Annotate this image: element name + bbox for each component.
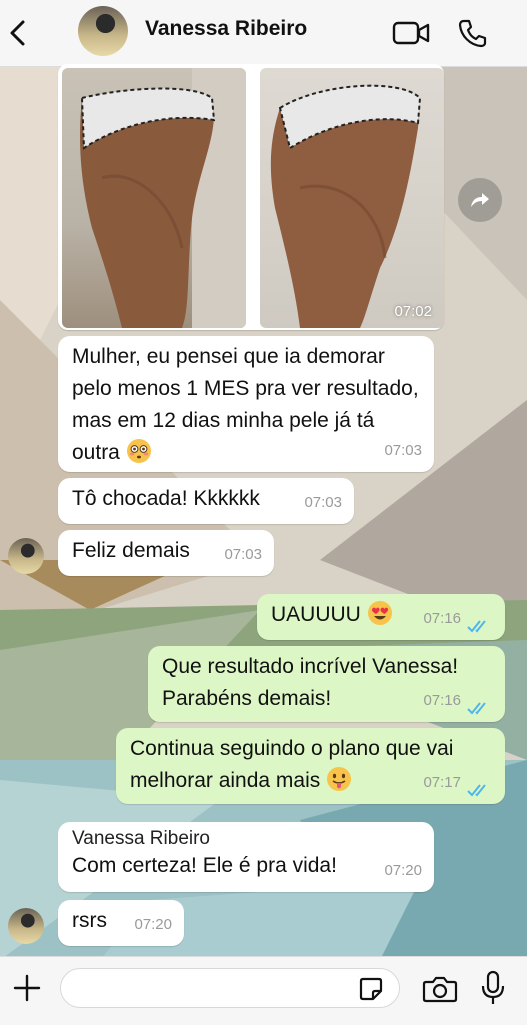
read-receipt-icon: [467, 784, 486, 797]
photo-right[interactable]: [260, 68, 444, 328]
message-text: Que resultado incrível Vanessa! Parabéns…: [162, 655, 459, 710]
tongue-face-emoji: [326, 766, 352, 792]
message-text: rsrs: [72, 909, 107, 932]
message-input[interactable]: [60, 968, 400, 1008]
message-text: Continua seguindo o plano que vai melhor…: [130, 737, 454, 792]
message-text: Com certeza! Ele é pra vida!: [72, 854, 337, 877]
message-time: 07:20: [384, 862, 422, 879]
sender-avatar[interactable]: [8, 538, 44, 574]
microphone-icon[interactable]: [480, 970, 506, 1006]
message-time: 07:03: [224, 546, 262, 563]
heart-eyes-emoji: [367, 600, 393, 626]
sticker-icon[interactable]: [358, 976, 384, 1002]
incoming-message[interactable]: Feliz demais 07:03: [58, 530, 274, 576]
message-text: Mulher, eu pensei que ia demorar pelo me…: [72, 345, 419, 464]
back-icon[interactable]: [6, 18, 30, 48]
camera-icon[interactable]: [422, 974, 458, 1004]
message-time: 07:03: [304, 494, 342, 511]
phone-icon[interactable]: [458, 18, 488, 48]
video-call-icon[interactable]: [392, 20, 430, 46]
incoming-message[interactable]: Vanessa Ribeiro Com certeza! Ele é pra v…: [58, 822, 434, 892]
sender-avatar[interactable]: [8, 908, 44, 944]
outgoing-message[interactable]: Continua seguindo o plano que vai melhor…: [116, 728, 505, 804]
incoming-message[interactable]: Tô chocada! Kkkkkk 07:03: [58, 478, 354, 524]
chat-header: Vanessa Ribeiro: [0, 0, 527, 67]
message-time: 07:02: [394, 303, 432, 320]
photo-left[interactable]: [62, 68, 246, 328]
incoming-message[interactable]: rsrs 07:20: [58, 900, 184, 946]
outgoing-message[interactable]: Que resultado incrível Vanessa! Parabéns…: [148, 646, 505, 722]
read-receipt-icon: [467, 620, 486, 633]
message-time: 07:16: [423, 692, 461, 709]
message-text: Tô chocada! Kkkkkk: [72, 487, 260, 510]
message-text: UAUUUU: [271, 603, 361, 626]
incoming-message[interactable]: Mulher, eu pensei que ia demorar pelo me…: [58, 336, 434, 472]
composer-bar: [0, 956, 527, 1025]
message-time: 07:20: [134, 916, 172, 933]
contact-avatar[interactable]: [78, 6, 128, 56]
contact-name[interactable]: Vanessa Ribeiro: [145, 17, 307, 41]
flushed-face-emoji: [126, 438, 152, 464]
sender-name[interactable]: Vanessa Ribeiro: [72, 826, 420, 852]
image-message[interactable]: 07:02: [58, 64, 444, 330]
plus-icon[interactable]: [12, 973, 42, 1003]
read-receipt-icon: [467, 702, 486, 715]
outgoing-message[interactable]: UAUUUU 07:16: [257, 594, 505, 640]
message-text: Feliz demais: [72, 539, 190, 562]
forward-icon[interactable]: [458, 178, 502, 222]
message-time: 07:16: [423, 610, 461, 627]
message-time: 07:17: [423, 774, 461, 791]
message-time: 07:03: [384, 442, 422, 459]
